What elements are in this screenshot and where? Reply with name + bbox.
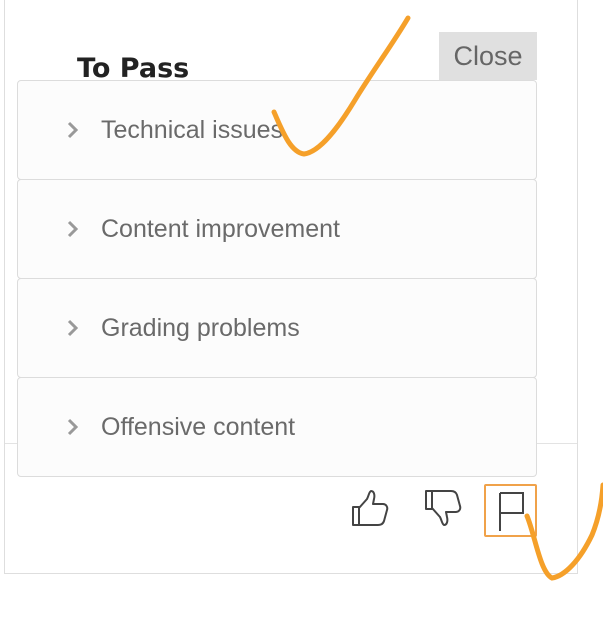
menu-item-content-improvement[interactable]: Content improvement: [17, 179, 537, 279]
menu-item-label: Grading problems: [101, 313, 300, 342]
chevron-right-icon: [65, 121, 81, 139]
menu-item-grading-problems[interactable]: Grading problems: [17, 278, 537, 378]
thumbs-down-button[interactable]: [421, 486, 465, 530]
chevron-right-icon: [65, 418, 81, 436]
chevron-right-icon: [65, 319, 81, 337]
thumbs-up-button[interactable]: [348, 486, 392, 530]
flag-icon: [498, 491, 524, 531]
menu-item-label: Offensive content: [101, 412, 296, 441]
menu-item-offensive-content[interactable]: Offensive content: [17, 377, 537, 477]
menu-item-label: Technical issues: [101, 115, 284, 144]
thumbs-down-icon: [425, 490, 462, 526]
thumbs-up-icon: [352, 490, 389, 526]
chevron-right-icon: [65, 220, 81, 238]
menu-item-technical-issues[interactable]: Technical issues: [17, 80, 537, 180]
menu-item-label: Content improvement: [101, 214, 341, 243]
close-button[interactable]: Close: [439, 32, 537, 80]
flag-button[interactable]: [484, 484, 537, 537]
